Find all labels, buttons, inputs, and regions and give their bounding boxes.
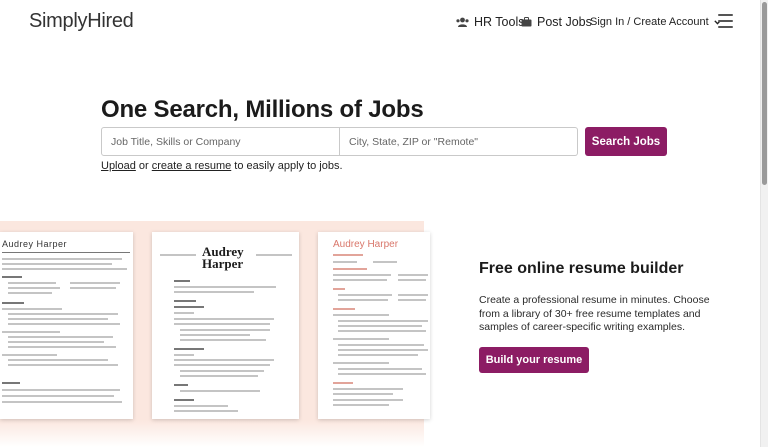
scrollbar-thumb[interactable]: [762, 2, 767, 185]
nav-sign-in-label: Sign In / Create Account: [590, 16, 709, 28]
template-2-name: Audrey Harper: [202, 245, 244, 271]
template-2-last-name: Harper: [202, 256, 244, 271]
site-header: SimplyHired HR Tools Post Jobs Sign In /…: [0, 0, 760, 44]
nav-hr-tools[interactable]: HR Tools: [456, 15, 524, 29]
search-jobs-button[interactable]: Search Jobs: [585, 127, 667, 156]
location-input[interactable]: City, State, ZIP or "Remote": [340, 127, 578, 156]
resume-template-3[interactable]: Audrey Harper: [318, 232, 430, 419]
logo[interactable]: SimplyHired: [29, 10, 134, 33]
briefcase-icon: [521, 17, 532, 27]
nav-post-jobs[interactable]: Post Jobs: [521, 15, 592, 29]
nav-post-jobs-label: Post Jobs: [537, 15, 592, 29]
nav-sign-in[interactable]: Sign In / Create Account: [590, 16, 721, 28]
upload-link[interactable]: Upload: [101, 160, 136, 172]
page-title: One Search, Millions of Jobs: [101, 96, 424, 123]
template-3-name: Audrey Harper: [333, 239, 399, 250]
resume-builder-title: Free online resume builder: [479, 260, 684, 277]
template-1-name: Audrey Harper: [2, 239, 68, 249]
or-text: or: [135, 160, 152, 172]
resume-template-2[interactable]: Audrey Harper: [152, 232, 299, 419]
upload-line: Upload or create a resume to easily appl…: [101, 160, 343, 172]
create-resume-link[interactable]: create a resume: [152, 160, 231, 172]
scrollbar[interactable]: [760, 0, 768, 447]
nav-hr-tools-label: HR Tools: [474, 15, 525, 29]
job-title-input[interactable]: Job Title, Skills or Company: [101, 127, 340, 156]
build-resume-button[interactable]: Build your resume: [479, 347, 589, 373]
upload-suffix: to easily apply to jobs.: [231, 160, 343, 172]
resume-template-1[interactable]: Audrey Harper: [0, 232, 133, 419]
hamburger-menu-icon[interactable]: [718, 14, 733, 28]
resume-band-fade: [0, 420, 424, 447]
search-form: Job Title, Skills or Company City, State…: [101, 127, 578, 156]
resume-builder-description: Create a professional resume in minutes.…: [479, 294, 710, 333]
users-icon: [456, 17, 469, 27]
